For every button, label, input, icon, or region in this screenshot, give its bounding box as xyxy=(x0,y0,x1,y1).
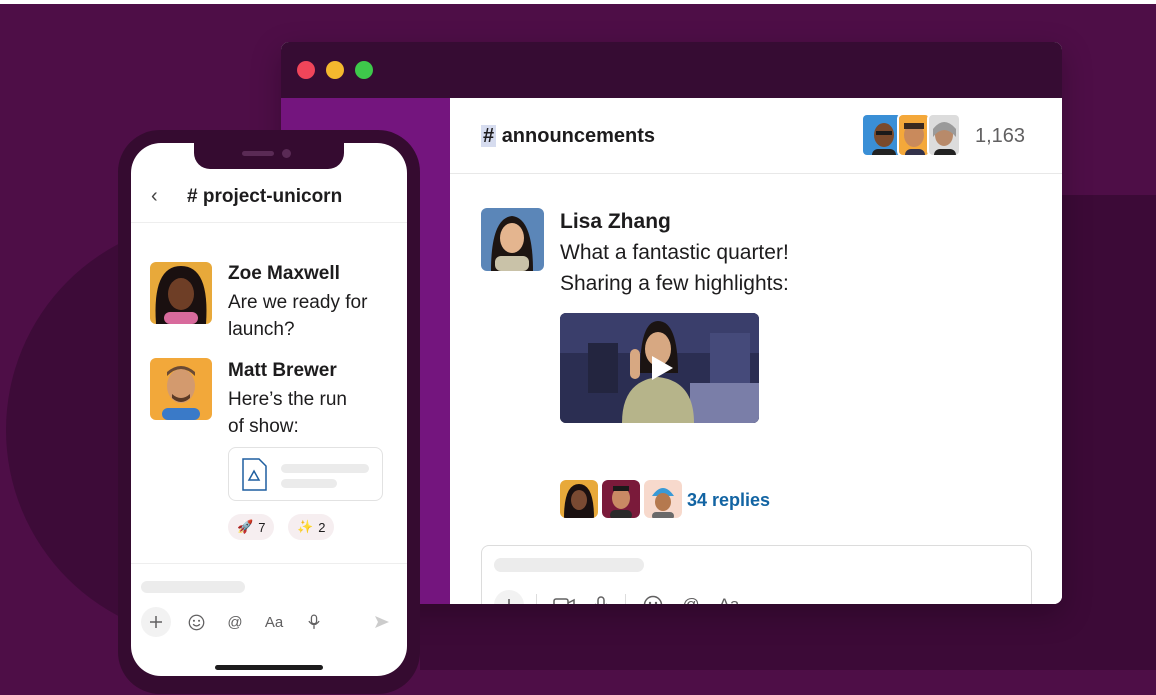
title-bar xyxy=(281,42,1062,98)
message-text: of show: xyxy=(228,416,299,437)
file-name-placeholder xyxy=(281,464,369,473)
emoji-icon[interactable] xyxy=(638,590,668,604)
reaction-sparkles[interactable]: ✨ 2 xyxy=(288,514,335,540)
message-text: Are we ready for xyxy=(228,292,368,313)
play-icon[interactable] xyxy=(646,353,676,383)
video-attachment[interactable] xyxy=(560,313,759,423)
mention-icon[interactable]: @ xyxy=(676,590,706,604)
message-composer[interactable]: @ Aa xyxy=(481,545,1032,604)
avatar xyxy=(560,480,598,518)
reply-avatars[interactable] xyxy=(560,480,685,520)
message-text: What a fantastic quarter! xyxy=(560,241,789,264)
home-indicator xyxy=(215,665,323,670)
channel-name: announcements xyxy=(501,125,656,147)
toolbar-divider xyxy=(536,594,537,604)
avatar[interactable] xyxy=(150,358,212,420)
composer-toolbar: @ Aa xyxy=(141,607,397,637)
message-author[interactable]: Matt Brewer xyxy=(228,360,337,382)
reaction-rocket[interactable]: 🚀 7 xyxy=(228,514,275,540)
avatar xyxy=(897,113,931,157)
avatar[interactable] xyxy=(150,262,212,324)
file-attachment[interactable] xyxy=(228,447,383,501)
plus-icon[interactable] xyxy=(494,590,524,604)
plus-icon[interactable] xyxy=(141,607,171,637)
file-meta-placeholder xyxy=(281,479,337,488)
microphone-icon[interactable] xyxy=(299,607,329,637)
microphone-icon[interactable] xyxy=(586,590,616,604)
video-icon[interactable] xyxy=(549,590,579,604)
format-icon[interactable]: Aa xyxy=(259,607,289,637)
member-count[interactable]: 1,163 xyxy=(975,125,1025,148)
maximize-window-button[interactable] xyxy=(355,61,373,79)
sparkles-icon: ✨ xyxy=(297,519,314,534)
notch-speaker xyxy=(242,151,274,156)
message-author[interactable]: Lisa Zhang xyxy=(560,210,671,234)
phone-composer[interactable]: @ Aa xyxy=(131,563,407,676)
document-icon xyxy=(242,458,267,491)
send-icon[interactable] xyxy=(367,607,397,637)
channel-title[interactable]: # announcements xyxy=(481,125,655,148)
composer-placeholder[interactable] xyxy=(141,581,245,593)
member-avatars[interactable] xyxy=(861,113,961,159)
message-text: Sharing a few highlights: xyxy=(560,272,789,295)
format-icon[interactable]: Aa xyxy=(714,590,744,604)
avatar xyxy=(644,480,682,518)
composer-placeholder[interactable] xyxy=(494,558,644,572)
minimize-window-button[interactable] xyxy=(326,61,344,79)
phone-channel-header: ‹ # project-unicorn xyxy=(131,173,407,223)
reaction-count: 2 xyxy=(318,519,326,535)
phone-notch xyxy=(194,143,344,169)
notch-camera xyxy=(282,149,291,158)
emoji-icon[interactable] xyxy=(181,607,211,637)
avatar xyxy=(927,113,961,157)
rocket-icon: 🚀 xyxy=(237,519,254,534)
back-chevron-icon[interactable]: ‹ xyxy=(151,185,158,208)
thread-replies-link[interactable]: 34 replies xyxy=(687,490,770,511)
phone-screen: ‹ # project-unicorn Zoe Maxwell Are we r… xyxy=(131,143,407,676)
reaction-count: 7 xyxy=(258,519,266,535)
message-text: launch? xyxy=(228,319,295,340)
avatar xyxy=(602,480,640,518)
phone-device: ‹ # project-unicorn Zoe Maxwell Are we r… xyxy=(118,130,420,694)
channel-hash: # xyxy=(481,125,497,147)
channel-header: # announcements 1,163 xyxy=(450,98,1062,174)
toolbar-divider xyxy=(625,594,626,604)
channel-view: # announcements 1,163 Lisa Zhang What a … xyxy=(450,98,1062,604)
mention-icon[interactable]: @ xyxy=(220,607,250,637)
message-text: Here’s the run xyxy=(228,389,347,410)
avatar[interactable] xyxy=(481,208,544,271)
close-window-button[interactable] xyxy=(297,61,315,79)
phone-channel-title[interactable]: # project-unicorn xyxy=(187,186,342,208)
message-author[interactable]: Zoe Maxwell xyxy=(228,263,340,285)
